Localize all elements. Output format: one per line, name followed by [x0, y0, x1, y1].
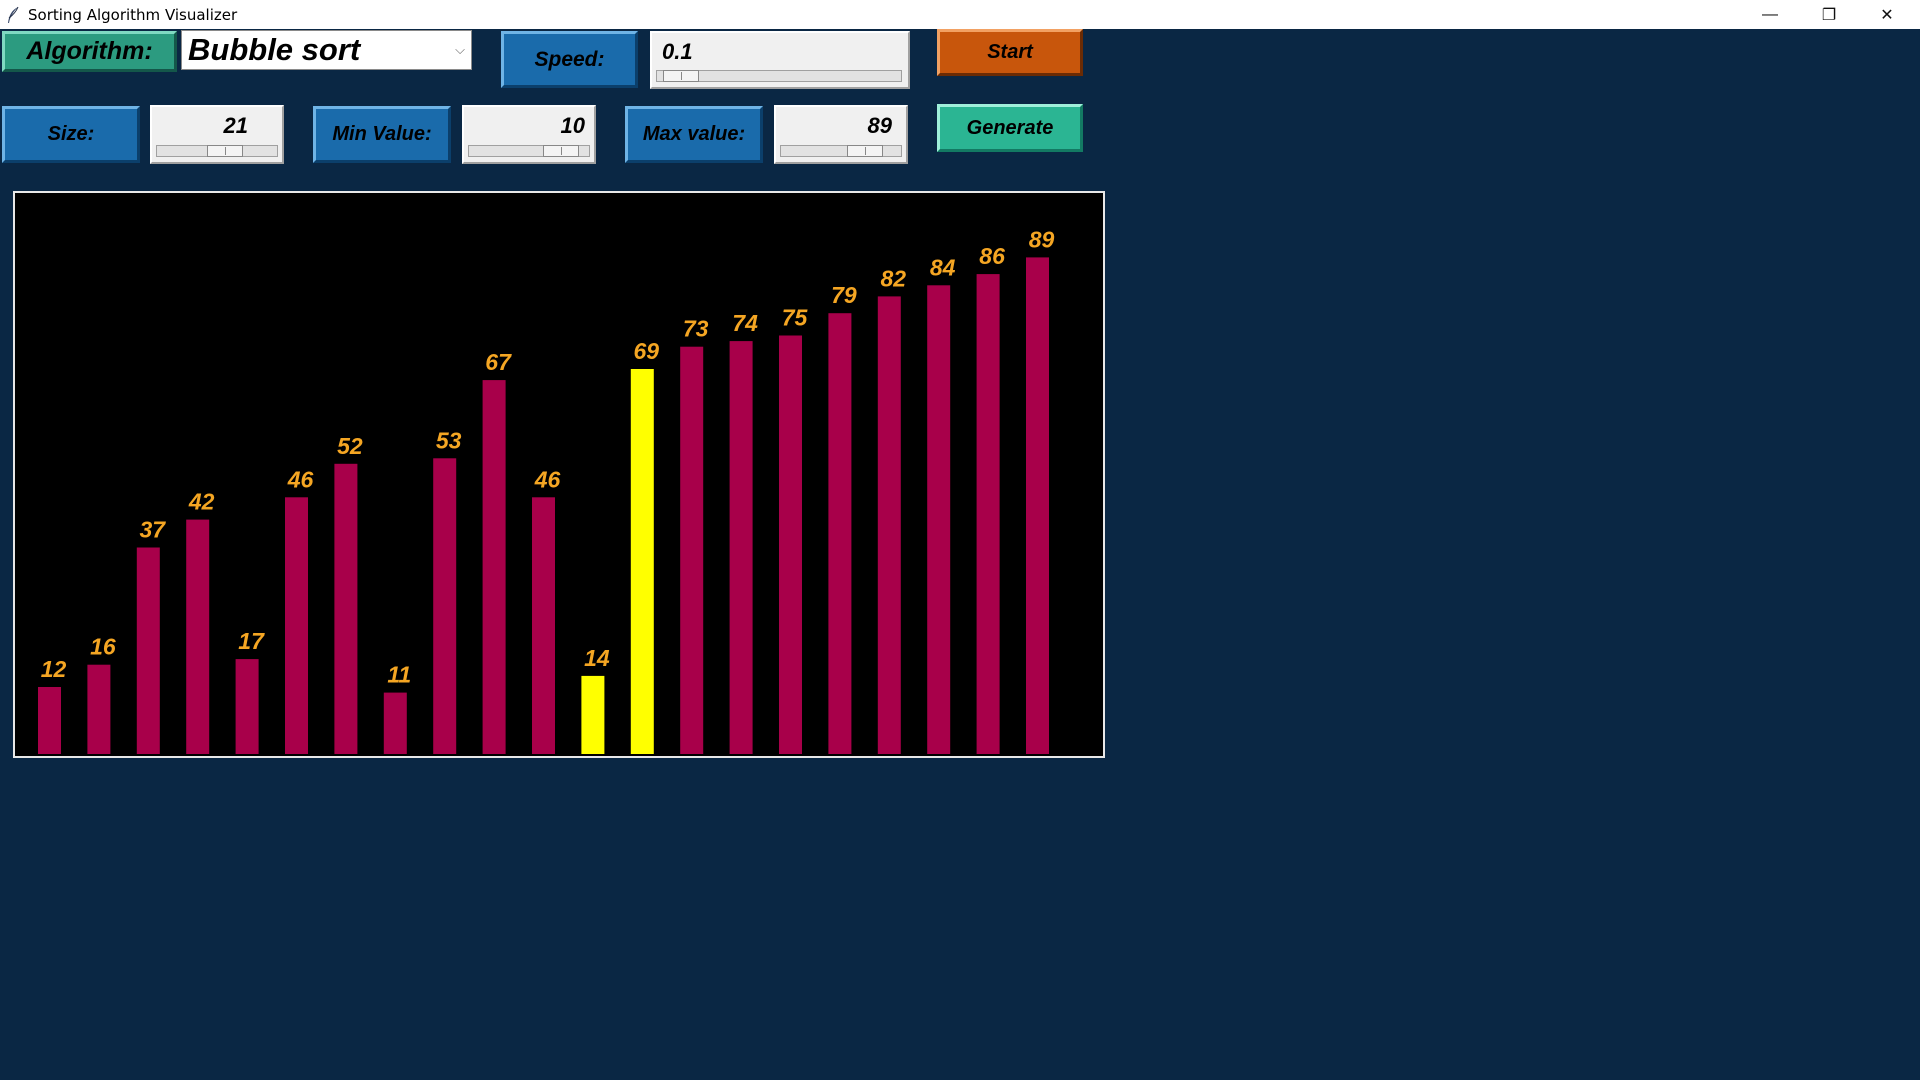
bar-value-label: 79 [831, 282, 857, 308]
title-bar: Sorting Algorithm Visualizer — ❐ ✕ [0, 0, 1920, 29]
max-value-slider-thumb[interactable] [847, 145, 883, 157]
bar [482, 380, 506, 754]
minimize-button[interactable]: — [1741, 0, 1799, 29]
bar-value-label: 89 [1029, 226, 1055, 252]
size-value: 21 [223, 113, 248, 138]
visualizer-canvas: 12 16 37 42 17 46 52 11 53 67 46 14 69 73 74 75 79 82 84 86… [13, 191, 1105, 758]
max-value-value: 89 [867, 113, 892, 138]
algorithm-select[interactable]: Bubble sort ⌵ [181, 30, 472, 70]
min-value-slider-thumb[interactable] [543, 145, 579, 157]
max-value-label: Max value: [625, 106, 763, 163]
min-value-label: Min Value: [313, 106, 451, 163]
bar [285, 497, 308, 754]
bar [383, 692, 407, 754]
bar [38, 687, 61, 754]
bar-value-label: 52 [337, 433, 363, 459]
close-icon: ✕ [1880, 6, 1894, 24]
bar-value-label: 17 [238, 628, 265, 654]
chevron-down-icon[interactable]: ⌵ [449, 42, 471, 58]
close-button[interactable]: ✕ [1858, 0, 1916, 29]
size-label: Size: [2, 106, 140, 163]
bar [235, 659, 259, 754]
bar [729, 341, 753, 754]
minimize-icon: — [1762, 5, 1778, 23]
bar [433, 458, 457, 754]
bar-value-label: 74 [732, 310, 758, 336]
bar-value-label: 75 [782, 305, 809, 331]
bar-value-label: 53 [436, 427, 462, 453]
bar [680, 346, 704, 754]
speed-scale[interactable]: 0.1 [650, 31, 910, 89]
bar-value-label: 46 [534, 466, 561, 492]
bar-value-label: 42 [188, 489, 215, 515]
bar [976, 274, 1000, 754]
bar-value-label: 73 [683, 316, 709, 342]
start-button[interactable]: Start [937, 29, 1083, 76]
bar [779, 335, 802, 754]
size-slider-thumb[interactable] [207, 145, 243, 157]
bar-value-label: 67 [485, 349, 512, 375]
bar-value-label: 14 [584, 645, 610, 671]
min-value-scale[interactable]: 10 [462, 105, 596, 164]
bar-value-label: 11 [387, 662, 411, 688]
bar [334, 463, 358, 754]
bar [1026, 257, 1049, 754]
bar-chart: 12 16 37 42 17 46 52 11 53 67 46 14 69 73 74 75 79 82 84 86… [38, 226, 1055, 754]
bar-value-label: 84 [930, 254, 956, 280]
bar-highlighted [630, 369, 654, 754]
bar [877, 296, 901, 754]
bar-value-label: 16 [90, 634, 116, 660]
bar [136, 547, 160, 754]
restore-button[interactable]: ❐ [1800, 0, 1858, 29]
bar [927, 285, 951, 754]
bar [186, 519, 210, 754]
restore-icon: ❐ [1821, 6, 1837, 24]
window-title: Sorting Algorithm Visualizer [28, 5, 238, 24]
algorithm-label: Algorithm: [2, 31, 177, 72]
speed-value: 0.1 [662, 39, 693, 64]
bar-value-label: 12 [41, 656, 67, 682]
bar [828, 313, 852, 754]
feather-app-icon [8, 6, 19, 23]
generate-button[interactable]: Generate [937, 104, 1083, 152]
size-scale[interactable]: 21 [150, 105, 284, 164]
min-value-value: 10 [560, 113, 585, 138]
bar-value-label: 69 [634, 338, 660, 364]
bar-value-label: 86 [979, 243, 1005, 269]
bar [87, 664, 111, 754]
algorithm-select-value: Bubble sort [188, 32, 361, 67]
bar-value-label: 46 [287, 466, 314, 492]
speed-slider-thumb[interactable] [663, 70, 699, 82]
min-value-slider-trough[interactable] [468, 145, 590, 157]
speed-slider-trough[interactable] [656, 70, 902, 82]
bar-value-label: 37 [140, 517, 167, 543]
bar-highlighted [581, 675, 605, 754]
max-value-slider-trough[interactable] [780, 145, 902, 157]
bar-value-label: 82 [881, 265, 907, 291]
max-value-scale[interactable]: 89 [774, 105, 908, 164]
speed-label: Speed: [501, 31, 638, 88]
size-slider-trough[interactable] [156, 145, 278, 157]
bar [532, 497, 555, 754]
